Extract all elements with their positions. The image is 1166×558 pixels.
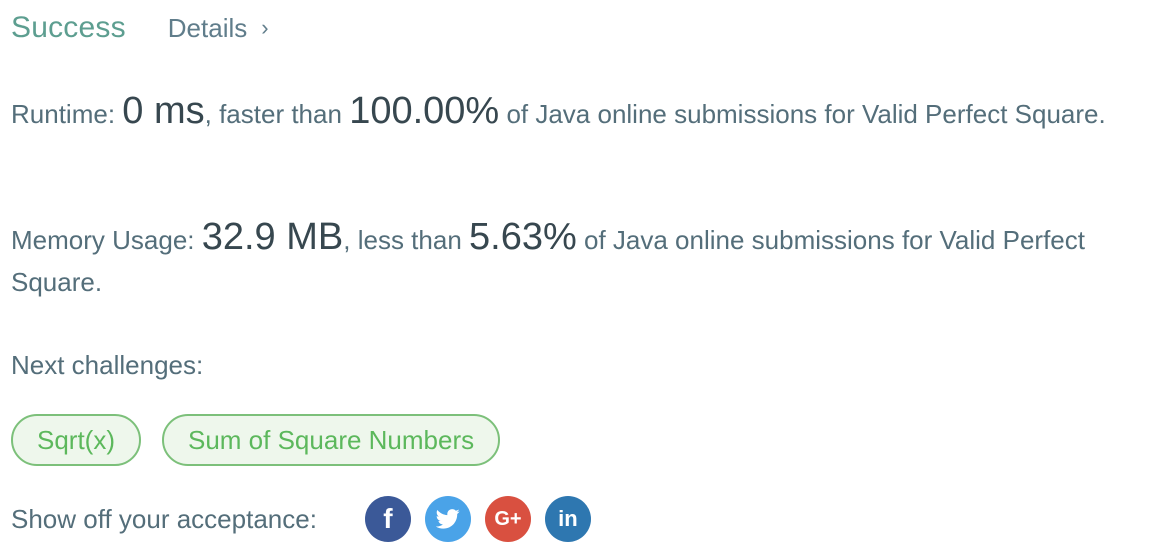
share-icons: f G+ in (364, 496, 591, 542)
google-plus-icon[interactable]: G+ (484, 496, 531, 542)
details-link[interactable]: Details › (168, 13, 269, 44)
memory-percent: 5.63% (469, 216, 577, 258)
runtime-suffix: of Java online submissions for Valid Per… (506, 99, 1106, 129)
next-challenges-list: Sqrt(x) Sum of Square Numbers (11, 414, 501, 466)
runtime-value: 0 ms (122, 90, 205, 132)
memory-comparison: , less than (343, 225, 462, 255)
share-section: Show off your acceptance: f G+ in (11, 496, 591, 542)
twitter-bird-glyph (435, 509, 460, 529)
runtime-stat: Runtime: 0 ms, faster than 100.00% of Ja… (11, 90, 1131, 135)
facebook-glyph: f (383, 503, 393, 534)
linkedin-glyph: in (558, 506, 578, 531)
challenge-sum-of-square-numbers-button[interactable]: Sum of Square Numbers (162, 414, 501, 466)
runtime-percent: 100.00% (349, 90, 500, 132)
facebook-icon[interactable]: f (364, 496, 411, 542)
next-challenges-label: Next challenges: (11, 350, 204, 380)
status-title: Success (11, 11, 126, 44)
runtime-label: Runtime: (11, 99, 116, 129)
memory-label: Memory Usage: (11, 225, 195, 255)
twitter-icon[interactable] (424, 496, 471, 542)
result-header: Success Details › (11, 8, 269, 48)
linkedin-icon[interactable]: in (544, 496, 591, 542)
runtime-comparison: , faster than (204, 99, 342, 129)
memory-value: 32.9 MB (201, 216, 344, 258)
chevron-right-icon: › (261, 15, 269, 40)
google-plus-glyph: G+ (494, 507, 522, 530)
challenge-sqrt-button[interactable]: Sqrt(x) (11, 414, 141, 466)
memory-stat: Memory Usage: 32.9 MB, less than 5.63% o… (11, 216, 1131, 303)
details-label: Details (167, 12, 248, 43)
share-label: Show off your acceptance: (11, 503, 317, 534)
